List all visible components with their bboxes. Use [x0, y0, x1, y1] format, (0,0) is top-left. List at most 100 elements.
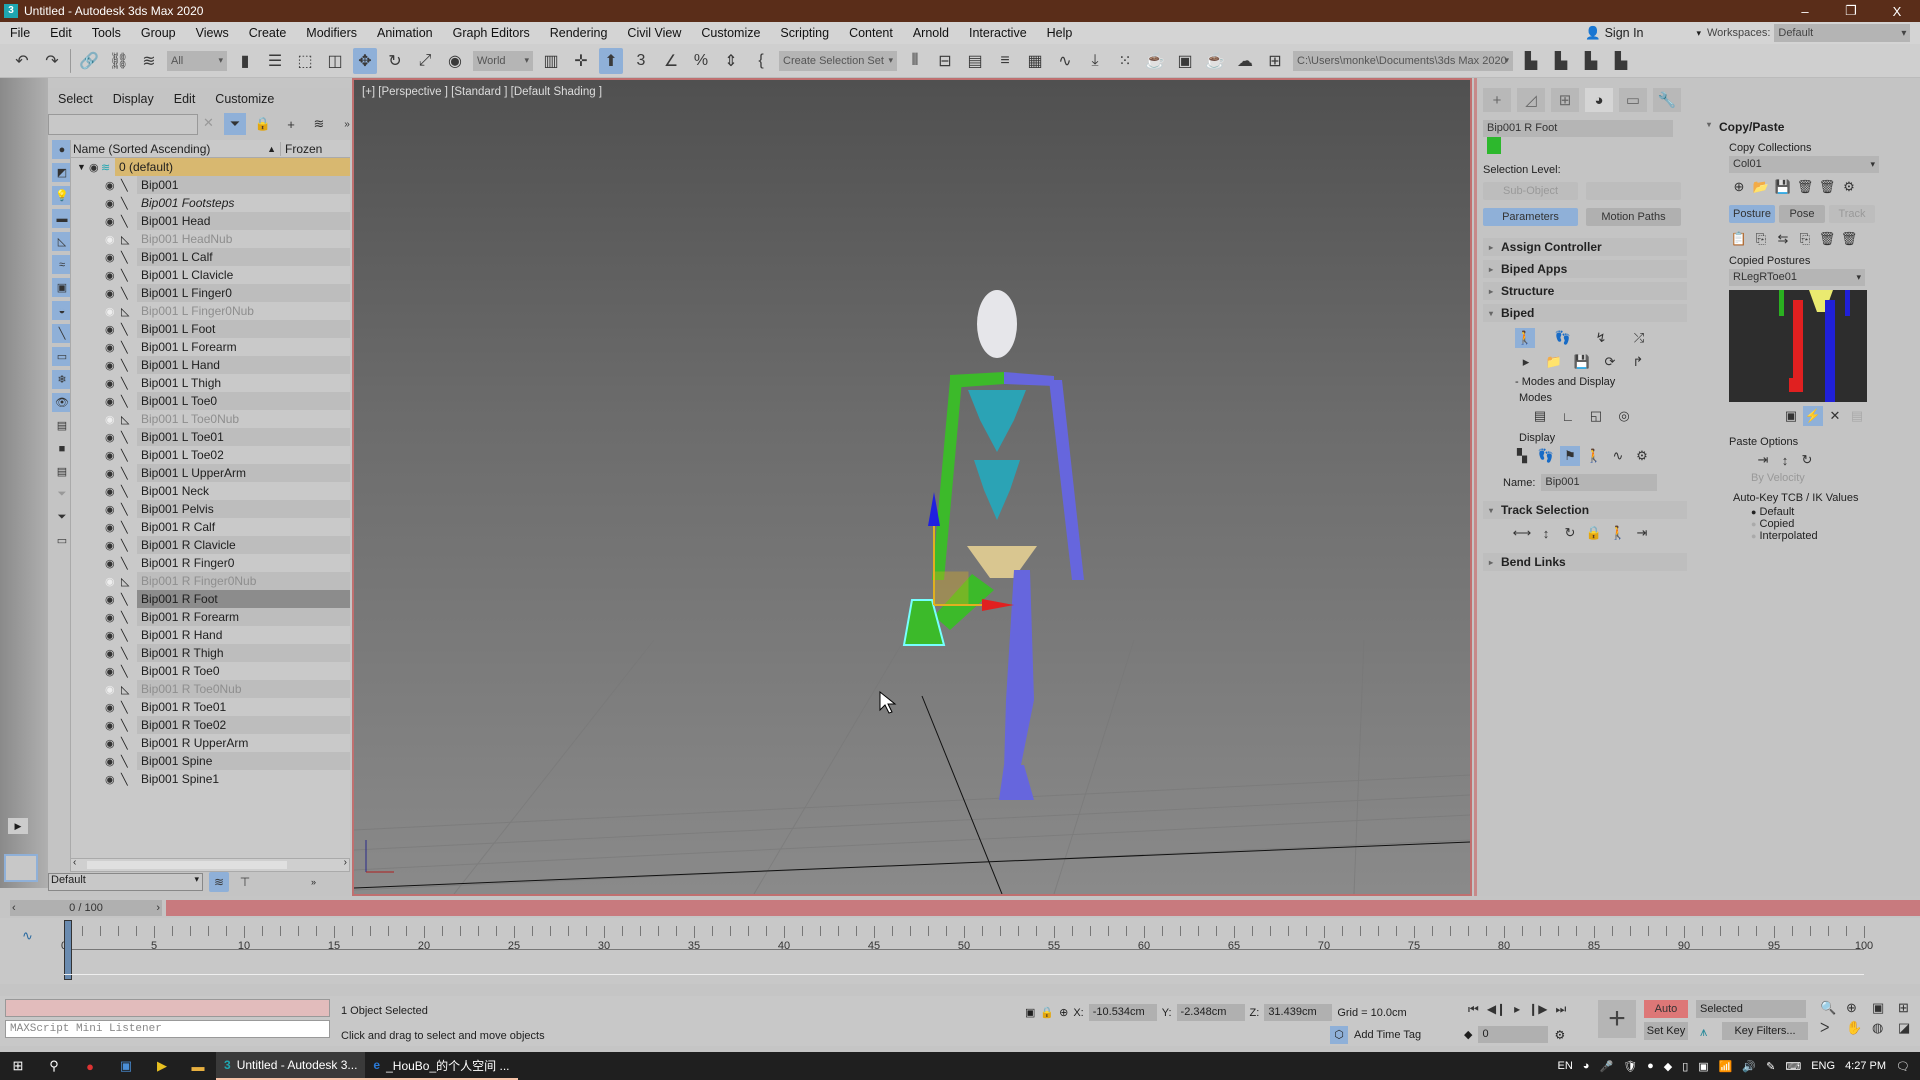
menu-customize[interactable]: Customize: [691, 26, 770, 40]
sub-object-dropdown[interactable]: [1586, 182, 1681, 200]
scene-item[interactable]: ◉ ◺ Bip001 R Finger0Nub: [71, 572, 350, 590]
ime-indicator[interactable]: EN: [1558, 1060, 1573, 1072]
select-by-name-icon[interactable]: ☰: [263, 48, 287, 74]
pinned-app-icon[interactable]: ●: [72, 1052, 108, 1080]
scene-item[interactable]: ◉ ╲ Bip001 R Thigh: [71, 644, 350, 662]
motion-tab-icon[interactable]: ◕: [1585, 88, 1613, 112]
scene-item[interactable]: ◉ ╲ Bip001 L Clavicle: [71, 266, 350, 284]
figure-mode-icon[interactable]: 🚶: [1515, 328, 1535, 348]
motion-flow-mode-icon[interactable]: ↯: [1591, 328, 1611, 348]
paste-horizontal-icon[interactable]: ⇥: [1753, 450, 1773, 470]
current-frame-field[interactable]: 0: [1478, 1026, 1549, 1043]
render-production-icon[interactable]: ☕: [1203, 48, 1227, 74]
visibility-eye-icon[interactable]: ◉: [105, 485, 115, 498]
twist-links-icon[interactable]: ⚑: [1560, 446, 1580, 466]
select-and-scale-icon[interactable]: ⤢: [413, 48, 437, 74]
create-tab-icon[interactable]: +: [1483, 88, 1511, 112]
by-velocity-checkbox[interactable]: By Velocity: [1751, 472, 1917, 484]
trajectories-icon[interactable]: ∿: [1608, 446, 1628, 466]
timeline[interactable]: ∿ 05101520253035404550556065707580859095…: [0, 918, 1920, 984]
security-icon[interactable]: 🛡: [1623, 1060, 1637, 1073]
filter-spacewarps-icon[interactable]: ≈: [52, 255, 72, 274]
bind-space-warp-icon[interactable]: ≋: [137, 48, 161, 74]
workspaces-dropdown[interactable]: Default: [1774, 24, 1911, 42]
mirror-icon[interactable]: ⫴: [903, 48, 927, 74]
paste-posture-icon[interactable]: ⎘: [1751, 229, 1771, 249]
scene-item[interactable]: ◉ ◺ Bip001 L Toe0Nub: [71, 410, 350, 428]
selection-lock-icon[interactable]: 🔒: [1040, 1006, 1054, 1019]
visibility-eye-icon[interactable]: ◉: [105, 395, 115, 408]
scroll-right-icon[interactable]: ›: [344, 857, 347, 868]
modify-tab-icon[interactable]: ◿: [1517, 88, 1545, 112]
pen-icon[interactable]: ✎: [1766, 1060, 1775, 1073]
se-menu-display[interactable]: Display: [113, 92, 154, 106]
z-coordinate-field[interactable]: 31.439cm: [1264, 1004, 1333, 1021]
visibility-eye-icon[interactable]: ◉: [105, 287, 115, 300]
tray-icon[interactable]: ◕: [1583, 1060, 1590, 1072]
scene-item[interactable]: ◉ ╲ Bip001 R Toe0: [71, 662, 350, 680]
visibility-eye-icon[interactable]: ◉: [105, 377, 115, 390]
scene-item[interactable]: ◉ ◺ Bip001 L Finger0Nub: [71, 302, 350, 320]
menu-interactive[interactable]: Interactive: [959, 26, 1037, 40]
footstep-mode-icon[interactable]: 👣: [1553, 328, 1573, 348]
pivot-center-icon[interactable]: ▥: [539, 48, 563, 74]
scene-item[interactable]: ◉ ╲ Bip001 Spine1: [71, 770, 350, 788]
material-editor-icon[interactable]: ⁙: [1113, 48, 1137, 74]
menu-content[interactable]: Content: [839, 26, 903, 40]
scene-item[interactable]: ◉ ╲ Bip001 R Foot: [71, 590, 350, 608]
visibility-eye-icon[interactable]: ◉: [105, 179, 115, 192]
filter-lights-icon[interactable]: 💡: [52, 186, 72, 205]
create-collection-icon[interactable]: ⊕: [1729, 177, 1749, 197]
footsteps-display-icon[interactable]: 👣: [1536, 446, 1556, 466]
menu-create[interactable]: Create: [239, 26, 297, 40]
viewport-thumb-button[interactable]: [4, 854, 38, 882]
biped-name-field[interactable]: Bip001: [1541, 474, 1658, 491]
timeline-ruler[interactable]: 0510152025303540455055606570758085909510…: [61, 926, 1873, 952]
maximize-viewport-icon[interactable]: ◪: [1898, 1020, 1920, 1036]
absolute-mode-icon[interactable]: ⊕: [1059, 1006, 1068, 1019]
link-icon[interactable]: 🔗: [77, 48, 101, 74]
visibility-eye-icon[interactable]: ◉: [105, 431, 115, 444]
key-mode-toggle-icon[interactable]: ◆: [1464, 1028, 1472, 1041]
sign-in-button[interactable]: 👤 Sign In ▾: [1585, 22, 1701, 44]
rollout-copy-paste[interactable]: ▾ Copy/Paste: [1707, 120, 1917, 134]
autokey-copied-radio[interactable]: ● Copied: [1751, 518, 1917, 530]
redo-icon[interactable]: ↷: [40, 48, 64, 74]
move-all-mode-icon[interactable]: ↱: [1628, 352, 1648, 372]
menu-civil-view[interactable]: Civil View: [617, 26, 691, 40]
body-rotation-icon[interactable]: ↻: [1560, 523, 1580, 543]
autokey-default-radio[interactable]: ● Default: [1751, 506, 1917, 518]
snapshot-list-icon[interactable]: ▤: [1847, 406, 1867, 426]
menu-help[interactable]: Help: [1037, 26, 1083, 40]
visibility-eye-icon[interactable]: ◉: [105, 467, 115, 480]
visibility-eye-icon[interactable]: ◉: [105, 521, 115, 534]
pinned-app-icon[interactable]: ▣: [108, 1052, 144, 1080]
delete-all-postures-icon[interactable]: 🗑: [1839, 229, 1859, 249]
new-layer-icon[interactable]: +: [280, 113, 302, 135]
visibility-eye-icon[interactable]: ◉: [105, 737, 115, 750]
scene-item[interactable]: ◉ ╲ Bip001 L Finger0: [71, 284, 350, 302]
filter-helpers-icon[interactable]: ◺: [52, 232, 72, 251]
scene-item[interactable]: ◉ ╲ Bip001 L Foot: [71, 320, 350, 338]
project-folder-dropdown[interactable]: C:\Users\monke\Documents\3ds Max 2020: [1293, 50, 1513, 71]
display-all-icon[interactable]: ▤: [52, 416, 72, 435]
maxscript-mini-listener[interactable]: MAXScript Mini Listener: [5, 1020, 330, 1038]
scrollbar-thumb[interactable]: [87, 861, 287, 869]
taskbar-app-edge[interactable]: e _HouBo_的个人空间 ...: [365, 1052, 518, 1080]
visibility-eye-icon[interactable]: ◉: [105, 557, 115, 570]
microphone-icon[interactable]: 🎤: [1599, 1060, 1613, 1073]
collapse-icon[interactable]: ▼: [77, 162, 86, 172]
rectangular-selection-icon[interactable]: ⬚: [293, 48, 317, 74]
filter-groups-icon[interactable]: ▣: [52, 278, 72, 297]
filter-frozen-icon[interactable]: ❄: [52, 370, 72, 389]
symmetrical-icon[interactable]: 🚶: [1608, 523, 1628, 543]
scene-item[interactable]: ◉ ╲ Bip001 L Toe01: [71, 428, 350, 446]
snaps-toggle-icon[interactable]: 3: [629, 48, 653, 74]
save-collection-icon[interactable]: 💾: [1773, 177, 1793, 197]
maxscript-output[interactable]: [5, 999, 330, 1017]
auto-key-button[interactable]: Auto Key: [1644, 1000, 1688, 1033]
container-update-icon[interactable]: ▙: [1609, 48, 1633, 74]
visibility-eye-icon[interactable]: ◉: [105, 233, 115, 246]
filter-shapes-icon[interactable]: ◩: [52, 163, 72, 182]
filter-containers-icon[interactable]: ▭: [52, 347, 72, 366]
